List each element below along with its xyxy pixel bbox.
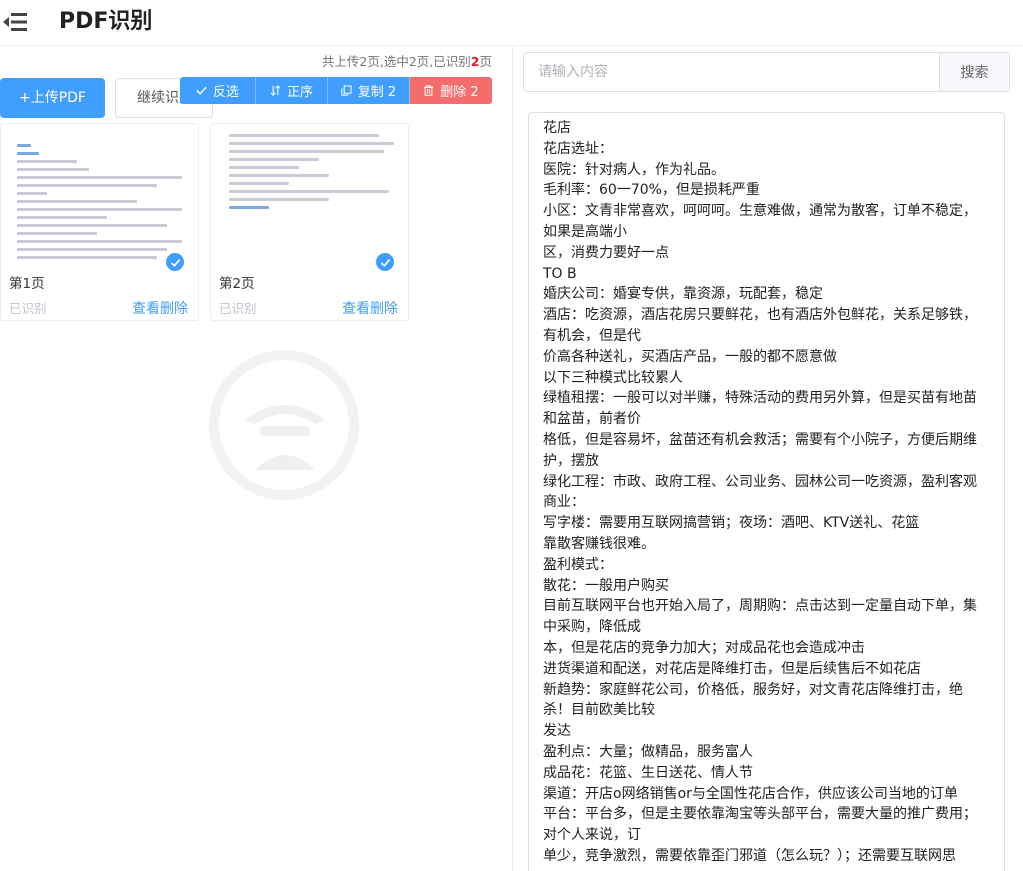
check-icon [196,86,207,95]
delete-page-link[interactable]: 删除 [160,298,188,318]
result-line: 散花：一般用户购买 [543,577,669,594]
invert-selection-button[interactable]: 反选 [180,77,256,104]
result-line: 平台：平台多，但是主要依靠淘宝等头部平台，需要大量的推广费用； [543,806,977,823]
result-line: 以下三种模式比较累人 [543,369,683,386]
page-card[interactable]: 第1页 已识别 查看 删除 [0,123,199,321]
view-page-link[interactable]: 查看 [132,298,160,318]
sort-icon [270,85,281,96]
result-line: 绿植租摆：一般可以对半赚，特殊活动的费用另外算，但是买苗有地苗 [543,390,977,407]
result-line: 渠道：开店o网络销售or与全国性花店合作，供应该公司当地的订单 [543,785,958,802]
page-name: 第2页 [219,276,255,292]
result-line: 绿化工程：市政、政府工程、公司业务、园林公司一吃资源，盈利客观 [543,473,977,490]
result-line: 花店选址： [543,140,613,157]
invert-selection-label: 反选 [212,85,239,100]
result-line: 格低，但是容易坏，盆苗还有机会救活；需要有个小院子，方便后期维 [543,431,977,448]
copy-button[interactable]: 复制 2 [328,77,410,104]
result-line: 写字楼：需要用互联网搞营销；夜场：酒吧、KTV送礼、花篮 [543,515,920,532]
page-thumbnail[interactable] [5,126,195,266]
view-page-link[interactable]: 查看 [342,298,370,318]
stats-suffix: 页 [479,54,492,69]
search-input[interactable] [523,52,940,92]
result-line: 酒店：吃资源，酒店花房只要鲜花，也有酒店外包鲜花，关系足够铁， [543,307,977,324]
result-line: 发达 [543,723,571,740]
sort-order-label: 正序 [286,85,313,100]
result-line: 小区：文青非常喜欢，呵呵呵。生意难做，通常为散客，订单不稳定， [543,203,977,220]
page-status: 已识别 [9,301,47,316]
copy-label: 复制 2 [357,85,397,100]
result-line: 进货渠道和配送，对花店是降维打击，但是后续售后不如花店 [543,660,921,677]
page-thumbnail[interactable] [215,126,405,266]
result-line: 对个人来说，订 [543,827,641,844]
panel-divider [512,46,513,871]
selection-toolbar: 反选 正序 复制 2 删除 2 [180,77,492,104]
result-line: 婚庆公司：婚宴专供，靠资源，玩配套，稳定 [543,286,823,303]
result-line: 中采购，降低成 [543,619,641,636]
result-line: 医院：针对病人，作为礼品。 [543,161,725,178]
result-line: 如果是高端小 [543,223,627,240]
result-line: 商业： [543,494,585,511]
ocr-result-text[interactable]: 花店花店选址： 医院：针对病人，作为礼品。毛利率：60一70%，但是损耗严重小区：… [528,112,1005,871]
selected-check-icon[interactable] [374,251,396,273]
result-line: 和盆苗，前者价 [543,411,641,428]
result-line: 新趋势：家庭鲜花公司，价格低，服务好，对文青花店降维打击，绝 [543,681,963,698]
result-line: 盈利模式： [543,556,613,573]
page-name: 第1页 [9,276,45,292]
result-line: 本，但是花店的竞争力加大；对成品花也会造成冲击 [543,639,865,656]
page-title: PDF识别 [59,9,153,34]
result-line: 杀！目前欧美比较 [543,702,655,719]
stats-prefix: 共上传2页,选中2页,已识别 [321,54,471,69]
copy-icon [341,85,352,96]
result-line: 靠散客赚钱很难。 [543,535,655,552]
selected-check-icon[interactable] [164,251,186,273]
delete-selected-button[interactable]: 删除 2 [410,77,492,104]
menu-collapse-icon[interactable] [2,11,28,33]
page-status: 已识别 [219,301,257,316]
page-actions: 查看 删除 [342,298,398,318]
result-line: TO B [543,265,577,282]
delete-selected-label: 删除 2 [440,85,479,100]
upload-stats: 共上传2页,选中2页,已识别2页 [310,51,492,70]
result-line: 盈利点：大量；做精品，服务富人 [543,743,753,760]
result-line: 花店 [543,120,571,136]
sort-order-button[interactable]: 正序 [256,77,328,104]
app-header: PDF识别 [0,0,1023,46]
result-line: 目前互联网平台也开始入局了，周期购：点击达到一定量自动下单，集 [543,598,977,615]
page-actions: 查看 删除 [132,298,188,318]
page-card[interactable]: 第2页 已识别 查看 删除 [210,123,409,321]
upload-pdf-button[interactable]: +上传PDF [0,78,105,118]
trash-icon [424,85,434,96]
result-line: 有机会，但是代 [543,327,641,344]
delete-page-link[interactable]: 删除 [370,298,398,318]
search-button[interactable]: 搜索 [939,52,1010,92]
result-line: 单少，竞争激烈，需要依靠歪门邪道（怎么玩？）；还需要互联网思 [543,847,956,864]
result-line: 毛利率：60一70%，但是损耗严重 [543,182,760,199]
result-line: 护，摆放 [543,452,599,469]
result-line: 成品花：花篮、生日送花、情人节 [543,764,753,781]
result-line: 价高各种送礼，买酒店产品，一般的都不愿意做 [543,348,837,365]
result-line: 区，消费力要好一点 [543,244,669,261]
